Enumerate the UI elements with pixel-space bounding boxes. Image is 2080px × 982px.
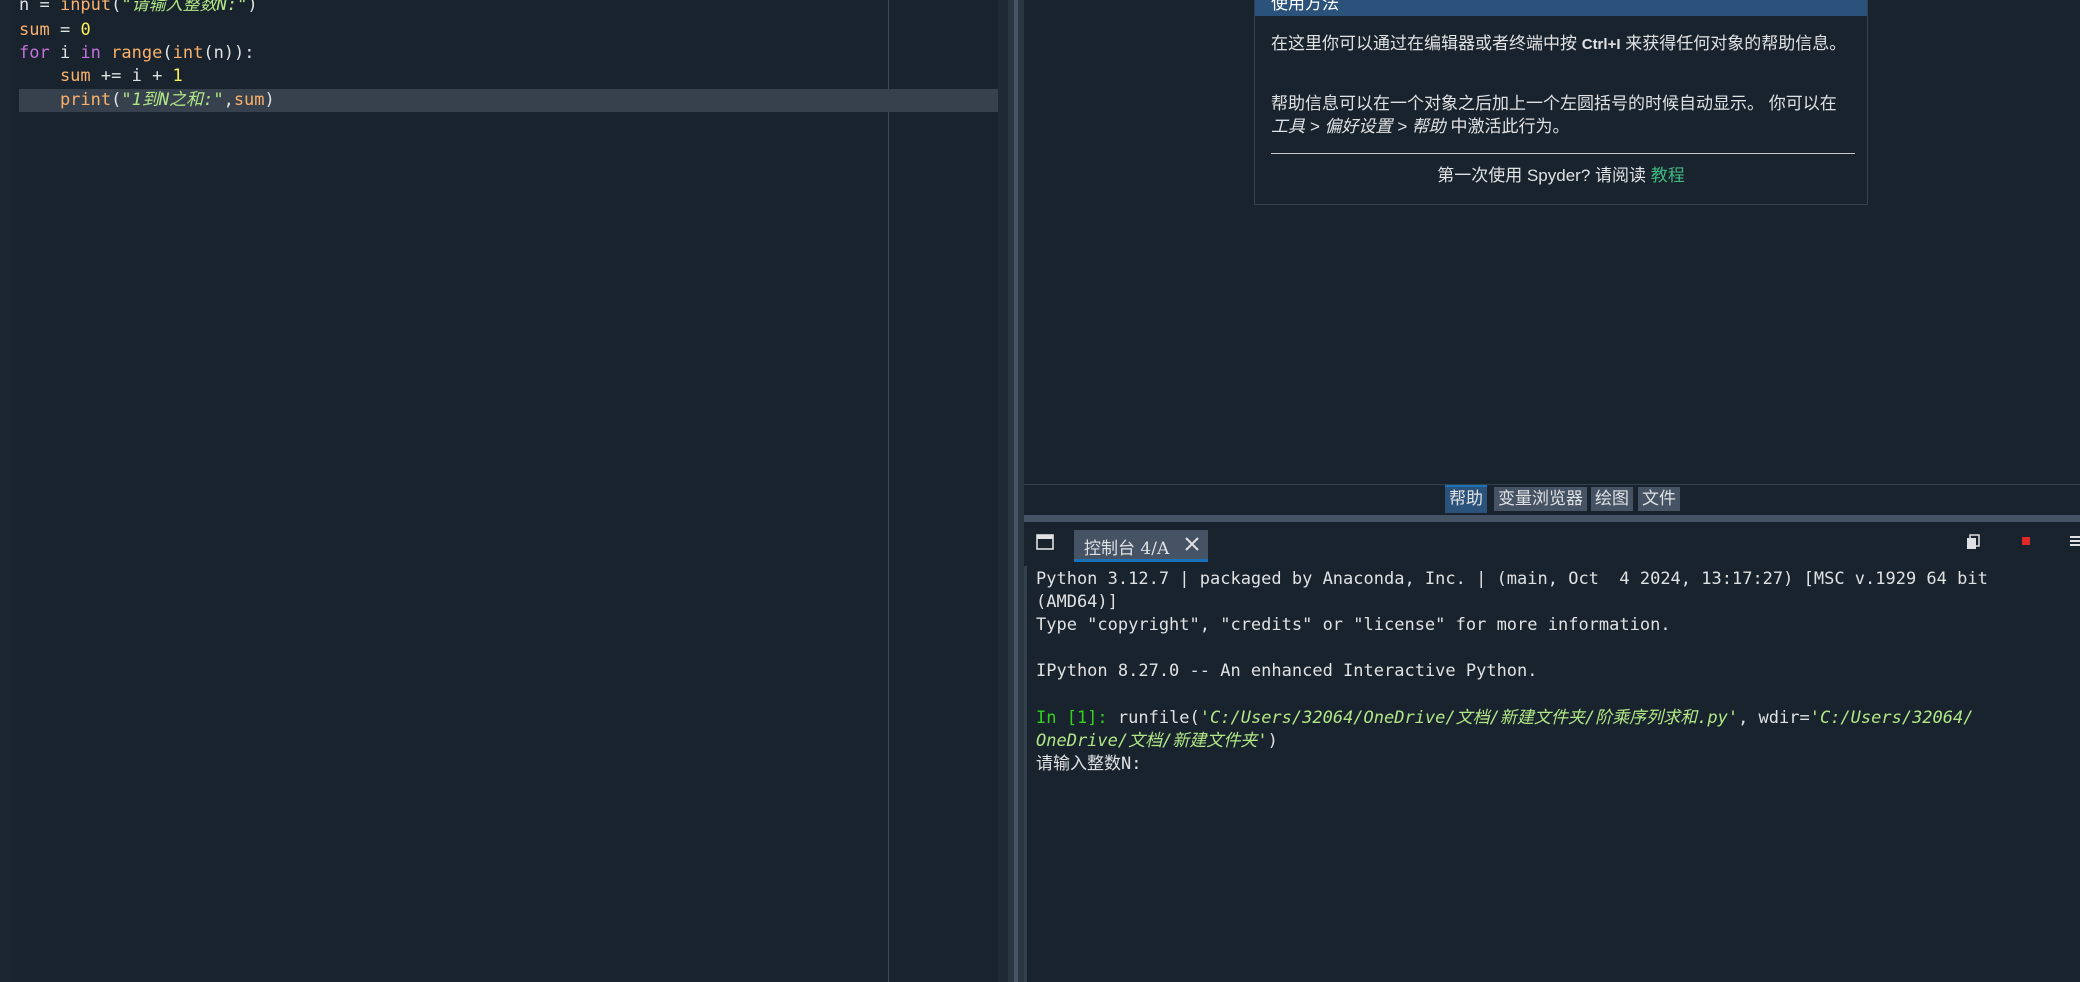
console-text: , wdir= [1738,708,1810,728]
help-text: 来获得任何对象的帮助信息。 [1620,34,1847,53]
code-line[interactable]: sum += i + 1 [0,65,183,88]
code-token: sum [233,90,265,110]
help-text: 中激活此行为。 [1445,117,1570,136]
code-token: "1到N之和:" [121,90,224,110]
code-token: 0 [80,20,91,40]
code-token: print [19,90,112,110]
code-token: range [111,43,163,63]
code-token: sum [19,20,50,40]
console-string: OneDrive/文档/新建文件夹' [1036,731,1268,751]
console-line: Python 3.12.7 | packaged by Anaconda, In… [1036,569,1988,589]
console-line: (AMD64)] [1036,592,1118,612]
code-line[interactable]: n = input("请输入整数N:") [0,0,258,17]
code-token: ( [162,43,173,63]
shortcut-key: Ctrl+I [1581,36,1621,53]
code-token: in [80,43,101,63]
console-prompt: In [1]: [1036,708,1108,728]
menu-icon[interactable] [2070,534,2080,548]
tab-plots[interactable]: 绘图 [1591,487,1633,511]
help-card-title: 使用方法 [1271,0,1339,13]
code-token: int [172,43,204,63]
editor-gutter [0,0,14,982]
code-token: , [223,90,234,110]
help-tabbar: 帮助 变量浏览器 绘图 文件 [1024,484,2080,516]
code-line[interactable]: for i in range(int(n)): [0,42,255,65]
code-token: "请输入整数N:" [121,0,248,15]
copy-icon[interactable] [1966,534,1980,550]
code-line[interactable]: sum = 0 [0,19,91,42]
code-token: (n)): [203,43,255,63]
help-card: 使用方法 在这里你可以通过在编辑器或者终端中按 Ctrl+I 来获得任何对象的帮… [1254,0,1868,205]
tutorial-link[interactable]: 教程 [1651,166,1685,185]
console-string: 'C:/Users/32064/OneDrive/文档/新建文件夹/阶乘序列求和… [1199,708,1739,728]
help-text: 第一次使用 Spyder? 请阅读 [1437,166,1651,185]
help-footer: 第一次使用 Spyder? 请阅读 教程 [1255,164,1867,188]
editor-scrollbar[interactable] [998,0,1008,982]
console-run-line-cont: OneDrive/文档/新建文件夹') [1036,730,1278,753]
splitter-grip [1014,0,1018,982]
editor-edge-line [888,0,889,982]
code-token: sum [19,66,91,86]
console-pane: 控制台 4/A Python 3.12.7 | packaged by Anac… [1024,522,2080,982]
console-input-prompt[interactable]: 请输入整数N: [1036,753,1141,776]
code-token: ) [264,90,275,110]
tab-files[interactable]: 文件 [1638,487,1680,511]
code-token: ( [111,0,122,15]
settings-path: 工具 > 偏好设置 > 帮助 [1271,117,1446,136]
window-icon[interactable] [1036,534,1054,550]
code-token: += i + [90,66,173,86]
code-token: ( [111,90,122,110]
code-token: i [49,43,81,63]
code-token: n = [19,0,60,15]
console-string: 'C:/Users/32064/ [1809,708,1974,728]
code-token: 1 [172,66,183,86]
console-tabbar: 控制台 4/A [1024,522,2080,566]
help-pane: 使用方法 在这里你可以通过在编辑器或者终端中按 Ctrl+I 来获得任何对象的帮… [1024,0,2080,516]
code-editor[interactable]: n = input("请输入整数N:") sum = 0 for i in ra… [0,0,1008,982]
console-tab-label: 控制台 4/A [1084,539,1170,559]
code-line-current[interactable]: print("1到N之和:",sum) [19,89,998,112]
help-paragraph-auto: 帮助信息可以在一个对象之后加上一个左圆括号的时候自动显示。 你可以在 工具 > … [1271,92,1853,138]
console-text: ) [1267,731,1278,751]
close-icon[interactable] [1182,534,1202,554]
help-divider [1271,153,1855,154]
console-run-line: In [1]: runfile('C:/Users/32064/OneDrive… [1036,707,1973,730]
console-line: Type "copyright", "credits" or "license"… [1036,615,1671,635]
stop-icon[interactable] [2022,537,2030,545]
code-token: input [59,0,112,15]
tab-help[interactable]: 帮助 [1445,485,1487,513]
code-token: = [49,20,81,40]
console-text: runfile( [1107,708,1200,728]
console-output[interactable]: Python 3.12.7 | packaged by Anaconda, In… [1024,566,2080,982]
help-text: 帮助信息可以在一个对象之后加上一个左圆括号的时候自动显示。 你可以在 [1271,94,1837,113]
help-card-header: 使用方法 [1255,0,1867,16]
code-token: ) [247,0,258,15]
tab-console[interactable]: 控制台 4/A [1074,530,1208,562]
vertical-splitter[interactable] [1008,0,1024,982]
help-paragraph-shortcut: 在这里你可以通过在编辑器或者终端中按 Ctrl+I 来获得任何对象的帮助信息。 [1271,32,1853,56]
console-line: IPython 8.27.0 -- An enhanced Interactiv… [1036,661,1538,681]
help-text: 在这里你可以通过在编辑器或者终端中按 [1271,34,1582,53]
tab-variable-explorer[interactable]: 变量浏览器 [1494,487,1587,511]
horizontal-splitter[interactable] [1024,515,2080,522]
code-token: for [19,43,50,63]
